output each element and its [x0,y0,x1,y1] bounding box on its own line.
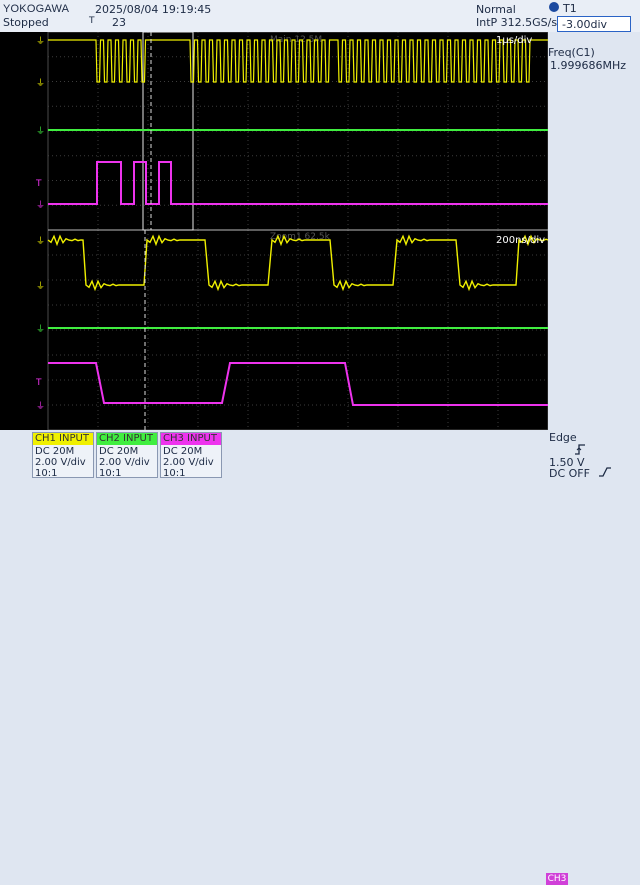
acq-count: 23 [112,16,126,29]
trigger-mark-label: T [89,16,95,26]
measure-panel: Freq(C1) 1.999686MHz [548,32,640,430]
ch3-coupling: DC 20M [163,446,203,457]
trigger-mode[interactable]: Normal [476,3,516,16]
t1-cursor-icon [549,2,559,12]
trigger-marker-icon: T [35,179,42,189]
brand-logo: YOKOGAWA [3,3,70,15]
zoom-grid [47,229,548,430]
ch2-probe: 10:1 [99,468,122,479]
ch3-tag: CH3 INPUT [161,433,221,445]
ch2-info-box[interactable]: CH2 INPUT DC 20M 2.00 V/div 10:1 [96,432,158,479]
main-timebase[interactable]: 1µs/div [496,35,532,46]
channel-footer: CH1 INPUT DC 20M 2.00 V/div 10:1 CH2 INP… [0,430,640,885]
ground-marker-icon: ⏚ [36,200,45,211]
t1-value-field[interactable]: -3.00div [557,16,631,32]
t1-label: T1 [563,2,577,15]
ground-marker-icon: ⏚ [36,126,45,137]
ch2-coupling: DC 20M [99,446,139,457]
rising-edge-icon [575,444,585,455]
sample-rate: IntP 312.5GS/s [476,16,558,29]
ch2-tag: CH2 INPUT [97,433,157,445]
channel-markers: ⏚ ⏚ ⏚ ⏚ ⏚ ⏚ ⏚ ⏚ T T [35,36,45,412]
trigger-marker-icon: T [35,378,42,388]
measure-value: 1.999686MHz [550,59,627,72]
t1-value: -3.00div [562,18,608,31]
ch1-info-box[interactable]: CH1 INPUT DC 20M 2.00 V/div 10:1 [32,432,94,479]
ch1-probe: 10:1 [35,468,58,479]
ground-marker-icon: ⏚ [36,401,45,412]
ch3-probe: 10:1 [163,468,186,479]
trigger-coupling: DC OFF [549,467,590,480]
ch3-scale: 2.00 V/div [163,457,214,468]
ch1-tag: CH1 INPUT [33,433,93,445]
ch1-coupling: DC 20M [35,446,75,457]
trigger-source[interactable]: CH3 [546,873,568,885]
ground-marker-icon: ⏚ [36,78,45,89]
ch1-scale: 2.00 V/div [35,457,86,468]
datetime: 2025/08/04 19:19:45 [95,3,212,16]
ground-marker-icon: ⏚ [36,36,45,47]
status-bar: YOKOGAWA Stopped 2025/08/04 19:19:45 T 2… [0,0,640,32]
ground-marker-icon: ⏚ [36,281,45,292]
waveform-display[interactable]: Main 12.5M Zoom1 62.5k 1µs/div 200ns/div… [0,32,548,430]
ground-marker-icon: ⏚ [36,236,45,247]
zoom-timebase[interactable]: 200ns/div [496,235,545,246]
measure-label: Freq(C1) [548,46,595,59]
trigger-type[interactable]: Edge [549,431,577,444]
hf-reject-icon [599,467,611,477]
waveform-svg: Main 12.5M Zoom1 62.5k 1µs/div 200ns/div… [35,32,548,430]
acq-status: Stopped [3,16,49,29]
ch2-scale: 2.00 V/div [99,457,150,468]
ground-marker-icon: ⏚ [36,324,45,335]
ch3-info-box[interactable]: CH3 INPUT DC 20M 2.00 V/div 10:1 [160,432,222,479]
